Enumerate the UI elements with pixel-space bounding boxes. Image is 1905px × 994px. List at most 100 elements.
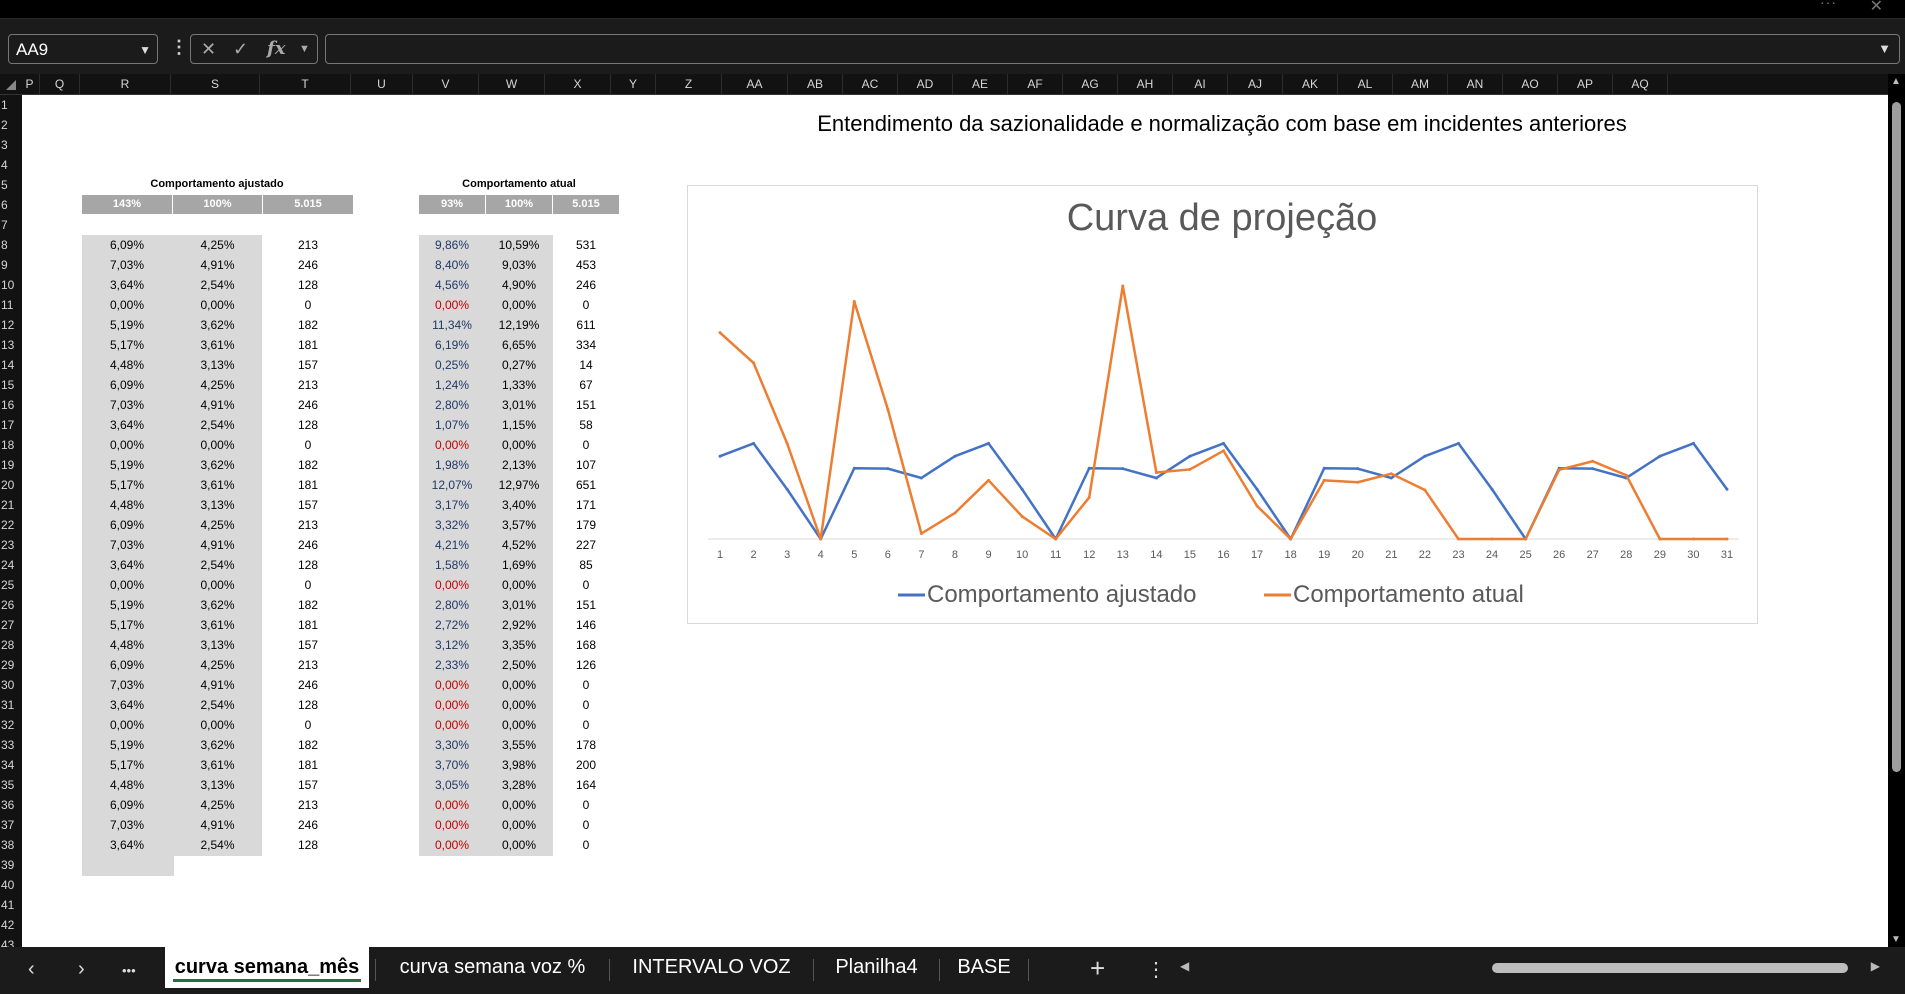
table-cell[interactable]: 168 — [553, 638, 619, 652]
row-header[interactable]: 24 — [0, 555, 22, 575]
row-header[interactable]: 14 — [0, 355, 22, 375]
row-header[interactable]: 26 — [0, 595, 22, 615]
row-header[interactable]: 7 — [0, 215, 22, 235]
table-cell[interactable]: 246 — [263, 258, 353, 272]
table-cell[interactable]: 0 — [263, 578, 353, 592]
column-header[interactable]: Y — [611, 74, 656, 94]
table-cell[interactable]: 3,61% — [173, 478, 262, 492]
table-cell[interactable]: 6,09% — [82, 658, 172, 672]
column-header[interactable]: Z — [656, 74, 722, 94]
table-cell[interactable]: 0,00% — [82, 298, 172, 312]
table-cell[interactable]: 4,25% — [173, 798, 262, 812]
table-cell[interactable]: 0,00% — [82, 578, 172, 592]
table-cell[interactable]: 182 — [263, 738, 353, 752]
table-cell[interactable]: 0,27% — [486, 358, 552, 372]
table-cell[interactable]: 3,13% — [173, 358, 262, 372]
table-cell[interactable]: 6,09% — [82, 378, 172, 392]
table-cell[interactable]: 2,54% — [173, 278, 262, 292]
row-header[interactable]: 18 — [0, 435, 22, 455]
column-header[interactable]: R — [80, 74, 171, 94]
vertical-scrollbar[interactable]: ▲ ▼ — [1888, 74, 1905, 947]
column-header[interactable]: AI — [1173, 74, 1228, 94]
table-cell[interactable]: 2,54% — [173, 558, 262, 572]
table-cell[interactable]: 11,34% — [419, 318, 485, 332]
table-cell[interactable]: 3,62% — [173, 318, 262, 332]
row-header[interactable]: 9 — [0, 255, 22, 275]
table-cell[interactable]: 3,40% — [486, 498, 552, 512]
row-header[interactable]: 20 — [0, 475, 22, 495]
table-cell[interactable]: 5,19% — [82, 318, 172, 332]
table-cell[interactable]: 5,17% — [82, 618, 172, 632]
row-header[interactable]: 23 — [0, 535, 22, 555]
row-header[interactable]: 13 — [0, 335, 22, 355]
column-header[interactable]: AK — [1283, 74, 1338, 94]
chevron-down-icon[interactable]: ▼ — [139, 35, 151, 65]
table-cell[interactable]: 151 — [553, 598, 619, 612]
formula-bar-grip-icon[interactable]: ⋮ — [170, 37, 188, 58]
formula-input[interactable]: ▼ — [325, 34, 1900, 64]
table-cell[interactable]: 213 — [263, 658, 353, 672]
table-cell[interactable]: 157 — [263, 358, 353, 372]
table-cell[interactable]: 5,17% — [82, 338, 172, 352]
row-header[interactable]: 3 — [0, 135, 22, 155]
column-header[interactable]: AN — [1448, 74, 1503, 94]
table-cell[interactable]: 4,52% — [486, 538, 552, 552]
row-header[interactable]: 8 — [0, 235, 22, 255]
tab-curva-semana-voz[interactable]: curva semana voz % — [380, 947, 605, 988]
column-header[interactable]: AG — [1063, 74, 1118, 94]
table-cell[interactable]: 3,35% — [486, 638, 552, 652]
table-cell[interactable]: 14 — [553, 358, 619, 372]
table-cell[interactable]: 4,25% — [173, 238, 262, 252]
column-header[interactable]: AF — [1008, 74, 1063, 94]
table-cell[interactable]: 181 — [263, 338, 353, 352]
row-header[interactable]: 21 — [0, 495, 22, 515]
expand-formula-icon[interactable]: ▼ — [1878, 41, 1891, 56]
table-cell[interactable]: 179 — [553, 518, 619, 532]
table-cell[interactable]: 3,62% — [173, 458, 262, 472]
table-cell[interactable]: 0,00% — [419, 298, 485, 312]
table-cell[interactable]: 3,13% — [173, 638, 262, 652]
table-cell[interactable]: 181 — [263, 618, 353, 632]
table-cell[interactable]: 3,62% — [173, 738, 262, 752]
table-cell[interactable]: 4,25% — [173, 658, 262, 672]
table-cell[interactable]: 4,25% — [173, 378, 262, 392]
table-cell[interactable]: 0,00% — [486, 718, 552, 732]
table-cell[interactable]: 0,00% — [486, 838, 552, 852]
table-cell[interactable]: 157 — [263, 778, 353, 792]
row-header[interactable]: 37 — [0, 815, 22, 835]
table-cell[interactable]: 0,00% — [173, 578, 262, 592]
table-cell[interactable]: 181 — [263, 478, 353, 492]
row-header[interactable]: 10 — [0, 275, 22, 295]
row-header[interactable]: 32 — [0, 715, 22, 735]
table-cell[interactable]: 3,01% — [486, 598, 552, 612]
table-cell[interactable]: 213 — [263, 518, 353, 532]
table-cell[interactable]: 10,59% — [486, 238, 552, 252]
table-cell[interactable]: 157 — [263, 638, 353, 652]
table-cell[interactable]: 67 — [553, 378, 619, 392]
table-cell[interactable]: 3,61% — [173, 338, 262, 352]
row-header[interactable]: 16 — [0, 395, 22, 415]
table-cell[interactable]: 6,09% — [82, 238, 172, 252]
row-header[interactable]: 35 — [0, 775, 22, 795]
table-cell[interactable]: 3,64% — [82, 698, 172, 712]
table-cell[interactable]: 2,54% — [173, 838, 262, 852]
table-cell[interactable]: 3,13% — [173, 498, 262, 512]
column-header[interactable]: U — [351, 74, 413, 94]
projection-chart[interactable]: Curva de projeção 1 2 3 4 5 6 7 8 9 10 11 12 13 14 15 1… — [687, 185, 1758, 624]
column-header[interactable]: T — [260, 74, 351, 94]
row-header[interactable]: 39 — [0, 855, 22, 875]
table-cell[interactable]: 1,24% — [419, 378, 485, 392]
table-cell[interactable]: 151 — [553, 398, 619, 412]
table-cell[interactable]: 0,00% — [486, 678, 552, 692]
table-cell[interactable]: 531 — [553, 238, 619, 252]
table-cell[interactable]: 9,86% — [419, 238, 485, 252]
insert-function-icon[interactable]: fx — [267, 35, 285, 63]
table-cell[interactable]: 0,00% — [486, 818, 552, 832]
table-cell[interactable]: 2,80% — [419, 398, 485, 412]
table-cell[interactable]: 227 — [553, 538, 619, 552]
column-header[interactable]: AH — [1118, 74, 1173, 94]
table-cell[interactable]: 107 — [553, 458, 619, 472]
select-all-icon[interactable] — [6, 80, 16, 90]
column-header[interactable]: S — [171, 74, 260, 94]
column-header[interactable]: Q — [40, 74, 80, 94]
